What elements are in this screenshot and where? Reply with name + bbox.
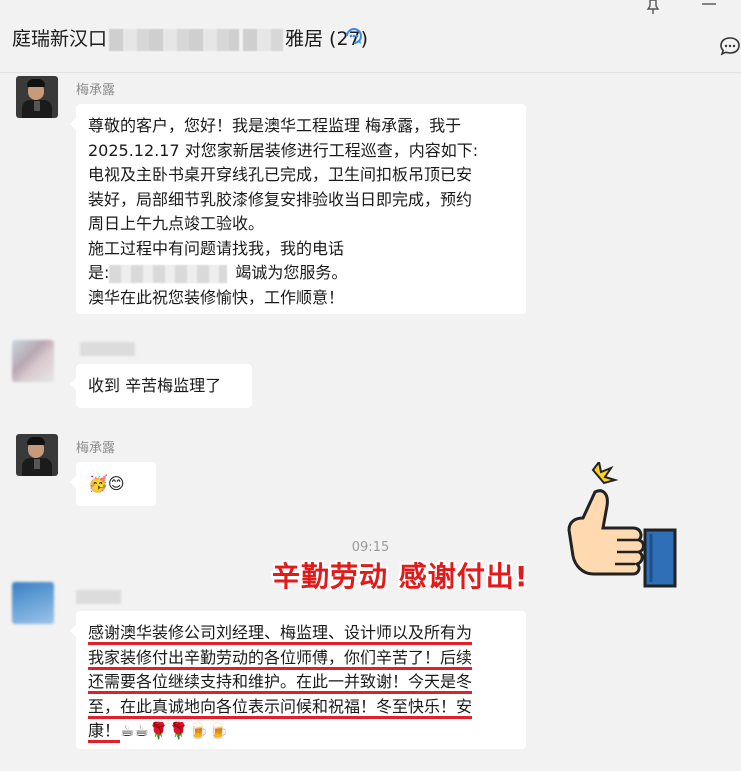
message-line: 感谢澳华装修公司刘经理、梅监理、设计师以及所有为 [88,623,473,642]
redacted-sender-name [80,342,135,356]
message-bubble[interactable]: 🥳😊 [70,462,156,506]
message-line: 澳华在此祝您装修愉快，工作顺意！ [88,287,345,307]
chat-title[interactable]: 庭瑞新汉口 雅居 (27) [12,24,368,51]
redacted-title-2 [243,28,284,51]
chat-title-prefix: 庭瑞新汉口 [12,28,108,50]
message-line: 电视及主卧书桌开穿线孔已完成，卫生间扣板吊顶已安 [88,165,473,184]
thumbs-up-icon [567,462,677,588]
message-line-phone: 是: 竭诚为您服务。 [88,261,514,286]
message-line: 装好，局部细节乳胶漆修复安排验收当日即完成，预约 [88,189,473,209]
message-line: 康！ [88,721,121,740]
chat-icon[interactable] [718,34,741,58]
message-line: 施工过程中有问题请找我，我的电话 [88,238,345,258]
message-line: 周日上午九点竣工验收。 [88,214,265,233]
message-line-last: 康！☕☕🌹🌹🍺🍺 [88,719,514,744]
more-icon[interactable] [700,2,718,10]
message-bubble[interactable]: 感谢澳华装修公司刘经理、梅监理、设计师以及所有为 我家装修付出辛勤劳动的各位师傅… [70,611,526,749]
pin-icon[interactable] [644,0,662,14]
message-text: 收到 辛苦梅监理了 [88,376,222,395]
avatar[interactable] [12,582,54,624]
message-emojis: 🥳😊 [88,474,125,493]
message-line: 尊敬的客户，您好！我是澳华工程监理 梅承露，我于 [88,116,462,135]
sender-name: 梅承露 [76,441,116,456]
avatar[interactable] [12,340,54,382]
sender-name: 梅承露 [76,83,116,98]
message-line: 至，在此真诚地向各位表示问候和祝福！冬至快乐！安 [88,696,473,716]
redacted-sender-name [76,590,121,604]
phone-prefix: 是: [88,263,110,282]
message-bubble[interactable]: 尊敬的客户，您好！我是澳华工程监理 梅承露，我于 2025.12.17 对您家新… [70,104,526,314]
avatar[interactable] [16,434,58,476]
redacted-phone [109,264,228,283]
chat-header: 庭瑞新汉口 雅居 (27) [0,0,741,73]
phone-suffix: 竭诚为您服务。 [235,263,348,282]
message-bubble[interactable]: 收到 辛苦梅监理了 [70,364,252,408]
avatar[interactable] [16,76,58,118]
message-emojis: ☕☕🌹🌹🍺🍺 [120,721,229,740]
message-line: 还需要各位继续支持和维护。在此一并致谢！今天是冬 [88,672,473,691]
refresh-icon[interactable] [343,25,365,47]
redacted-title [109,28,240,51]
overlay-caption: 辛勤劳动 感谢付出! [272,560,529,593]
message-line: 我家装修付出辛勤劳动的各位师傅，你们辛苦了！后续 [88,647,473,667]
message-line: 2025.12.17 对您家新居装修进行工程巡查，内容如下: [88,140,479,160]
